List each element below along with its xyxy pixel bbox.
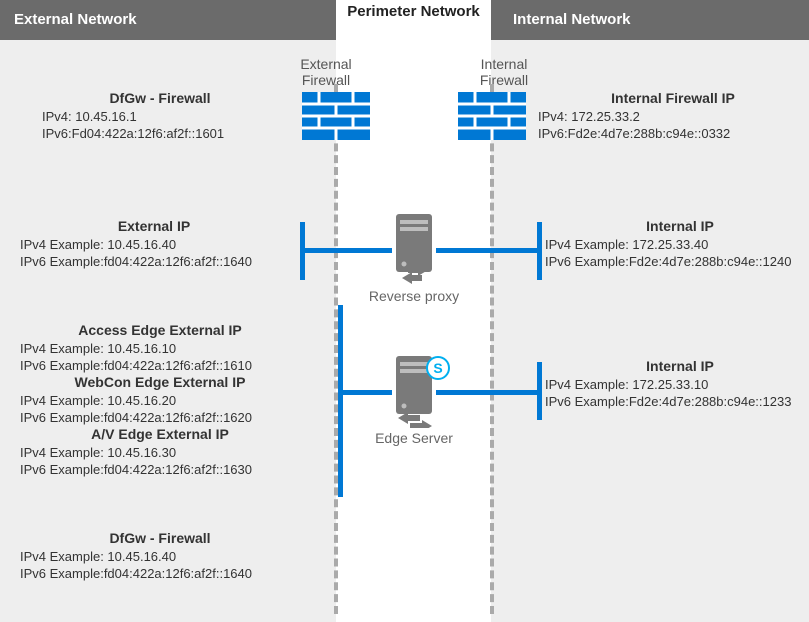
header-perimeter: Perimeter Network xyxy=(336,0,491,40)
block-dfgw-bottom: DfGw - Firewall IPv4 Example: 10.45.16.4… xyxy=(10,530,310,582)
svg-text:S: S xyxy=(433,360,442,376)
edge-server-label: Edge Server xyxy=(363,430,465,446)
access-edge-title: Access Edge External IP xyxy=(10,322,310,339)
external-ip-ipv4: IPv4 Example: 10.45.16.40 xyxy=(20,236,304,253)
av-edge-ipv4: IPv4 Example: 10.45.16.30 xyxy=(20,444,310,461)
dfgw-top-ipv6: IPv6:Fd04:422a:12f6:af2f::1601 xyxy=(42,125,310,142)
dfgw-bottom-ipv4: IPv4 Example: 10.45.16.40 xyxy=(20,548,310,565)
block-dfgw-top: DfGw - Firewall IPv4: 10.45.16.1 IPv6:Fd… xyxy=(10,90,310,142)
reverse-proxy-icon xyxy=(388,214,440,286)
reverse-proxy-label: Reverse proxy xyxy=(363,288,465,304)
internal-ip-edge-title: Internal IP xyxy=(545,358,809,375)
boundary-internal xyxy=(490,84,494,614)
webcon-edge-ipv6: IPv6 Example:fd04:422a:12f6:af2f::1620 xyxy=(20,409,310,426)
av-edge-ipv6: IPv6 Example:fd04:422a:12f6:af2f::1630 xyxy=(20,461,310,478)
conn-edge-right-v xyxy=(537,362,542,420)
header-external: External Network xyxy=(0,0,336,40)
block-internal-ip-edge: Internal IP IPv4 Example: 172.25.33.10 I… xyxy=(545,358,809,410)
block-internal-ip-proxy: Internal IP IPv4 Example: 172.25.33.40 I… xyxy=(545,218,809,270)
block-external-ip: External IP IPv4 Example: 10.45.16.40 IP… xyxy=(4,218,304,270)
internal-ip-edge-ipv6: IPv6 Example:Fd2e:4d7e:288b:c94e::1233 xyxy=(545,393,809,410)
diagram-canvas: { "headers": { "external": "External Net… xyxy=(0,0,809,622)
conn-edge-left-h xyxy=(338,390,392,395)
label-external-firewall: External Firewall xyxy=(286,56,366,88)
webcon-edge-ipv4: IPv4 Example: 10.45.16.20 xyxy=(20,392,310,409)
external-ip-ipv6: IPv6 Example:fd04:422a:12f6:af2f::1640 xyxy=(20,253,304,270)
internal-fw-ipv6: IPv6:Fd2e:4d7e:288b:c94e::0332 xyxy=(538,125,808,142)
external-firewall-icon xyxy=(302,92,370,140)
conn-proxy-right-h xyxy=(436,248,542,253)
conn-edge-left-v xyxy=(338,305,343,497)
dfgw-top-ipv4: IPv4: 10.45.16.1 xyxy=(42,108,310,125)
internal-ip-proxy-title: Internal IP xyxy=(545,218,809,235)
internal-ip-proxy-ipv6: IPv6 Example:Fd2e:4d7e:288b:c94e::1240 xyxy=(545,253,809,270)
internal-ip-proxy-ipv4: IPv4 Example: 172.25.33.40 xyxy=(545,236,809,253)
block-internal-fw: Internal Firewall IP IPv4: 172.25.33.2 I… xyxy=(538,90,808,142)
internal-firewall-icon xyxy=(458,92,526,140)
conn-edge-right-h xyxy=(436,390,542,395)
internal-fw-title: Internal Firewall IP xyxy=(538,90,808,107)
conn-proxy-left-h xyxy=(300,248,392,253)
external-ip-title: External IP xyxy=(4,218,304,235)
label-internal-firewall: Internal Firewall xyxy=(464,56,544,88)
dfgw-top-title: DfGw - Firewall xyxy=(10,90,310,107)
conn-proxy-right-v xyxy=(537,222,542,280)
header-internal: Internal Network xyxy=(491,0,809,40)
access-edge-ipv4: IPv4 Example: 10.45.16.10 xyxy=(20,340,310,357)
webcon-edge-title: WebCon Edge External IP xyxy=(10,374,310,391)
dfgw-bottom-title: DfGw - Firewall xyxy=(10,530,310,547)
internal-fw-ipv4: IPv4: 172.25.33.2 xyxy=(538,108,808,125)
dfgw-bottom-ipv6: IPv6 Example:fd04:422a:12f6:af2f::1640 xyxy=(20,565,310,582)
av-edge-title: A/V Edge External IP xyxy=(10,426,310,443)
access-edge-ipv6: IPv6 Example:fd04:422a:12f6:af2f::1610 xyxy=(20,357,310,374)
internal-ip-edge-ipv4: IPv4 Example: 172.25.33.10 xyxy=(545,376,809,393)
block-access-edge: Access Edge External IP IPv4 Example: 10… xyxy=(10,322,310,478)
